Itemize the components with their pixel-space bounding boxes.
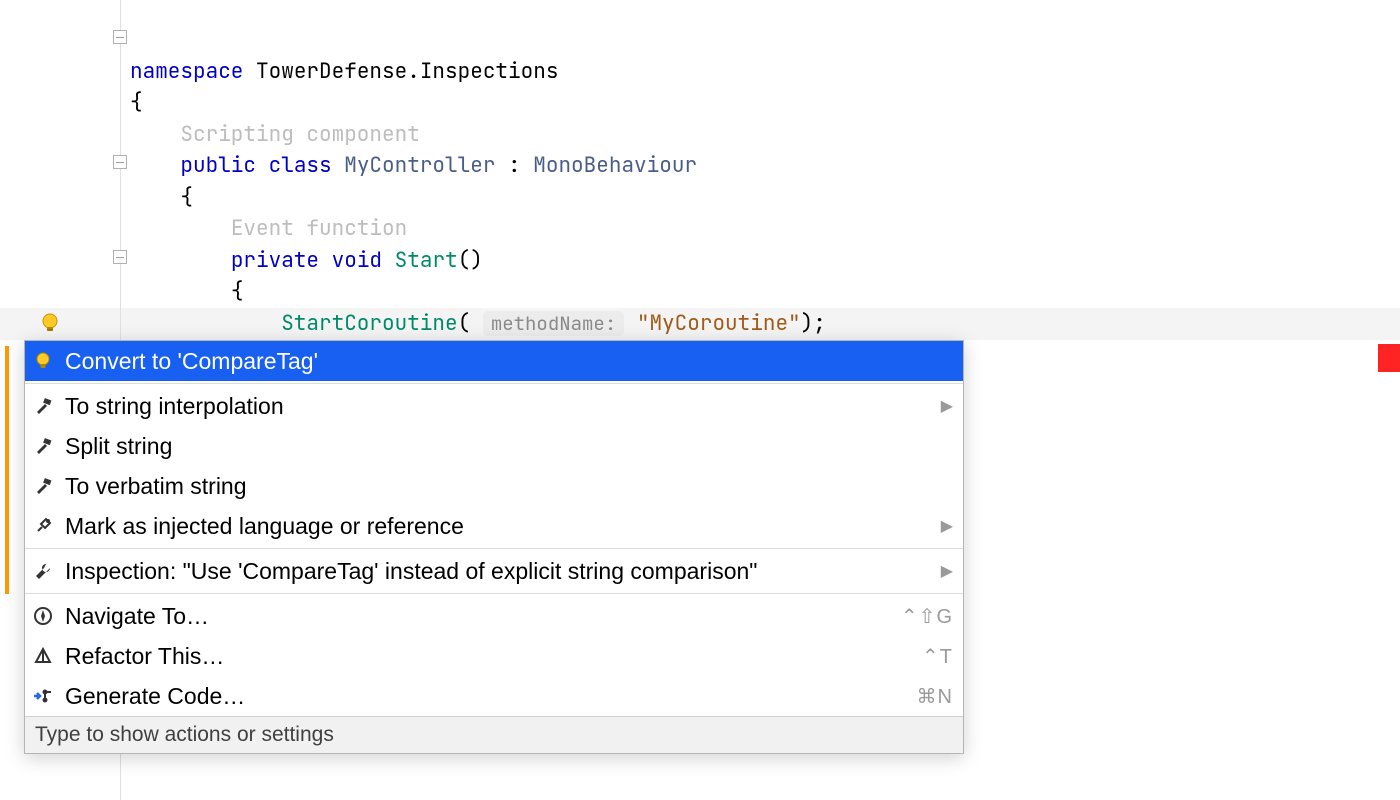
popup-separator <box>25 383 963 384</box>
popup-item-label: To string interpolation <box>65 393 931 420</box>
brace-open: { <box>231 278 244 305</box>
hammer-icon <box>31 436 55 456</box>
fold-marker-method[interactable] <box>113 250 127 264</box>
popup-item[interactable]: Navigate To… ⌃⇧G <box>25 596 963 636</box>
intention-actions-popup: Convert to 'CompareTag' To string interpo… <box>24 340 964 754</box>
hammer-icon <box>31 476 55 496</box>
popup-item[interactable]: To string interpolation ▶ <box>25 386 963 426</box>
popup-footer-hint: Type to show actions or settings <box>25 716 963 753</box>
compass-icon <box>31 606 55 626</box>
keyboard-shortcut: ⌃T <box>922 644 953 669</box>
chevron-right-icon: ▶ <box>941 561 953 581</box>
popup-item-label: Split string <box>65 433 953 460</box>
popup-item[interactable]: Mark as injected language or reference ▶ <box>25 506 963 546</box>
pin-icon <box>31 516 55 536</box>
inlay-event-function: Event function <box>231 215 407 242</box>
popup-item[interactable]: Generate Code… ⌘N <box>25 676 963 716</box>
popup-separator <box>25 593 963 594</box>
error-stripe-marker[interactable] <box>1378 344 1400 372</box>
brace-open: { <box>130 89 143 116</box>
popup-item-label: To verbatim string <box>65 473 953 500</box>
fold-marker-class[interactable] <box>113 155 127 169</box>
param-hint-methodname: methodName: <box>483 311 624 336</box>
string-literal-mycoroutine: "MyCoroutine" <box>637 310 801 337</box>
hammer-icon <box>31 396 55 416</box>
popup-item-label: Refactor This… <box>65 643 912 670</box>
class-name: MyController <box>344 152 495 179</box>
bulb-icon <box>31 351 55 371</box>
popup-item[interactable]: Refactor This… ⌃T <box>25 636 963 676</box>
popup-separator <box>25 548 963 549</box>
popup-item-label: Navigate To… <box>65 603 891 630</box>
keyboard-shortcut: ⌘N <box>917 684 953 709</box>
popup-item[interactable]: To verbatim string <box>25 466 963 506</box>
keyword-public: public <box>180 152 256 179</box>
keyboard-shortcut: ⌃⇧G <box>901 604 953 629</box>
brace-open: { <box>180 184 193 211</box>
code-editor[interactable]: namespace TowerDefense.Inspections { Scr… <box>130 24 826 371</box>
change-marker <box>5 346 9 594</box>
popup-item-label: Mark as injected language or reference <box>65 513 931 540</box>
wrench-icon <box>31 561 55 581</box>
popup-item[interactable]: Split string <box>25 426 963 466</box>
popup-item[interactable]: Convert to 'CompareTag' <box>25 341 963 381</box>
base-class: MonoBehaviour <box>533 152 697 179</box>
chevron-right-icon: ▶ <box>941 396 953 416</box>
keyword-namespace: namespace <box>130 58 243 85</box>
keyword-private: private <box>231 247 319 274</box>
keyword-class: class <box>269 152 332 179</box>
fold-marker-namespace[interactable] <box>113 30 127 44</box>
popup-item-label: Convert to 'CompareTag' <box>65 348 953 375</box>
inlay-scripting-component: Scripting component <box>180 121 419 148</box>
popup-item[interactable]: Inspection: "Use 'CompareTag' instead of… <box>25 551 963 591</box>
namespace-name: TowerDefense.Inspections <box>256 58 558 85</box>
method-name-start: Start <box>395 247 458 274</box>
intention-bulb-icon[interactable] <box>40 312 60 334</box>
call-startcoroutine: StartCoroutine <box>281 310 457 337</box>
chevron-right-icon: ▶ <box>941 516 953 536</box>
popup-item-label: Generate Code… <box>65 683 907 710</box>
popup-item-label: Inspection: "Use 'CompareTag' instead of… <box>65 558 931 585</box>
keyword-void: void <box>332 247 382 274</box>
refactor-icon <box>31 646 55 666</box>
generate-icon <box>31 687 55 705</box>
